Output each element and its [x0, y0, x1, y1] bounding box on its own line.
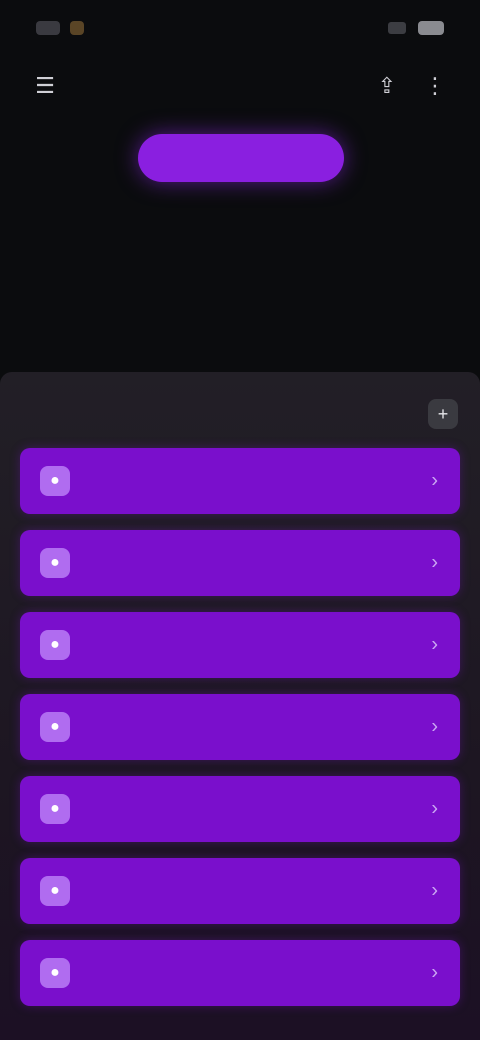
list-item[interactable]: ● ›	[20, 940, 460, 1006]
item-icon: ●	[40, 630, 70, 660]
clock-placeholder	[36, 21, 60, 35]
top-actions: ⇪ ⋮	[370, 69, 452, 103]
share-icon[interactable]: ⇪	[370, 69, 404, 103]
item-icon: ●	[40, 466, 70, 496]
status-left	[36, 21, 84, 35]
chevron-right-icon: ›	[431, 961, 438, 984]
status-right	[388, 21, 444, 35]
list-panel: + ● › ● › ● › ● › ● › ● › ● ›	[0, 372, 480, 1040]
chevron-right-icon: ›	[431, 879, 438, 902]
signal-icon	[388, 22, 406, 34]
menu-icon[interactable]: ☰	[28, 69, 62, 103]
add-icon[interactable]: +	[428, 399, 458, 429]
list-item[interactable]: ● ›	[20, 694, 460, 760]
item-icon: ●	[40, 876, 70, 906]
item-icon: ●	[40, 548, 70, 578]
status-bar	[0, 0, 480, 56]
headline	[40, 224, 440, 278]
list-item[interactable]: ● ›	[20, 448, 460, 514]
top-bar: ☰ ⇪ ⋮	[0, 56, 480, 116]
item-list: ● › ● › ● › ● › ● › ● › ● ›	[20, 448, 460, 1022]
list-item[interactable]: ● ›	[20, 776, 460, 842]
chevron-right-icon: ›	[431, 633, 438, 656]
panel-header: +	[22, 396, 458, 432]
primary-action-button[interactable]	[138, 134, 344, 182]
chevron-right-icon: ›	[431, 797, 438, 820]
list-item[interactable]: ● ›	[20, 612, 460, 678]
item-icon: ●	[40, 712, 70, 742]
battery-icon	[418, 21, 444, 35]
list-item[interactable]: ● ›	[20, 530, 460, 596]
item-icon: ●	[40, 958, 70, 988]
notification-icon	[70, 21, 84, 35]
chevron-right-icon: ›	[431, 551, 438, 574]
chevron-right-icon: ›	[431, 469, 438, 492]
more-icon[interactable]: ⋮	[418, 69, 452, 103]
chevron-right-icon: ›	[431, 715, 438, 738]
item-icon: ●	[40, 794, 70, 824]
list-item[interactable]: ● ›	[20, 858, 460, 924]
